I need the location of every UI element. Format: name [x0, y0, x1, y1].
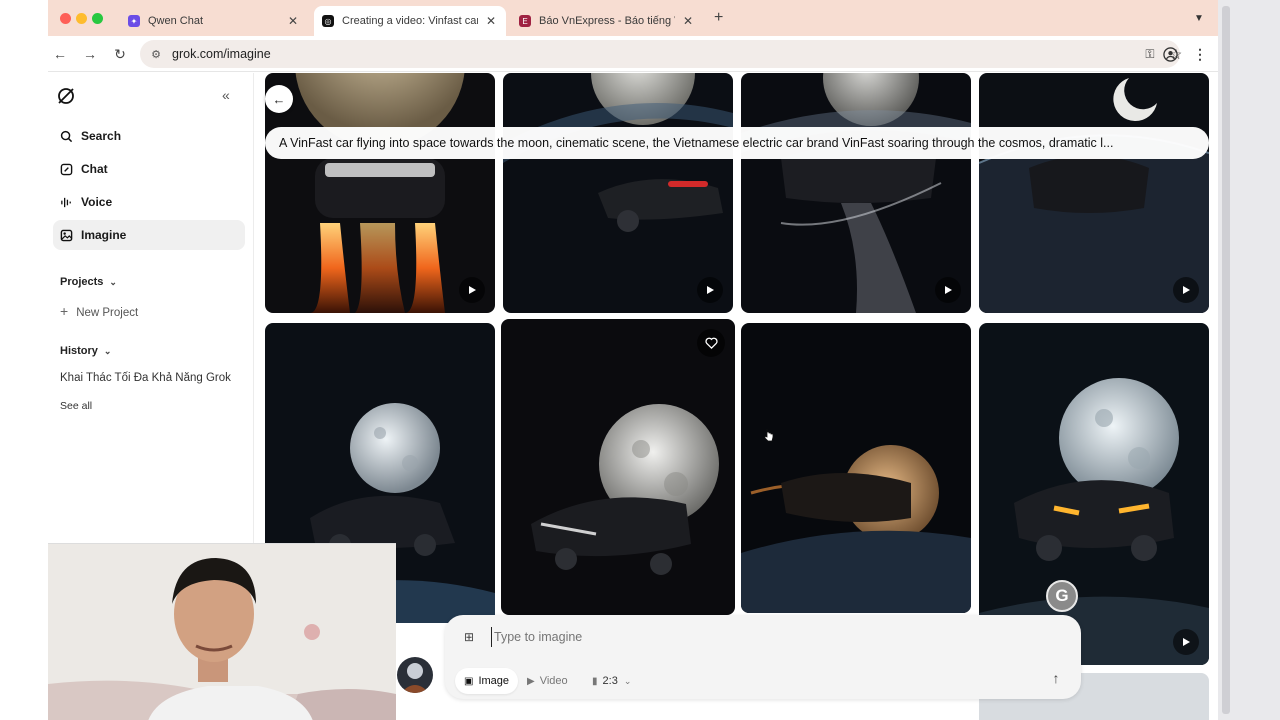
- send-arrow-icon[interactable]: ↑: [1043, 665, 1069, 691]
- voice-icon: [59, 195, 73, 209]
- grok-logo-icon[interactable]: [56, 86, 76, 106]
- see-all-link[interactable]: See all: [60, 400, 92, 412]
- close-tab-icon[interactable]: ✕: [286, 14, 300, 28]
- image-icon: ▣: [464, 675, 474, 687]
- plus-icon: +: [60, 303, 69, 319]
- new-tab-icon[interactable]: +: [714, 9, 723, 27]
- tab-title: Qwen Chat: [148, 15, 204, 27]
- reload-icon[interactable]: ↻: [110, 44, 130, 64]
- browser-menu-icon[interactable]: ⋮: [1190, 44, 1210, 64]
- mode-label: Image: [478, 675, 510, 687]
- sidebar-item-label: Voice: [81, 195, 113, 209]
- zoom-window-button[interactable]: [92, 13, 103, 24]
- background-window: [1218, 0, 1280, 720]
- chevron-down-icon: ⌄: [103, 346, 112, 356]
- aspect-ratio-dropdown[interactable]: ▮ 2:3 ⌄: [583, 668, 640, 694]
- tab-title: Báo VnExpress - Báo tiếng Vi: [539, 15, 675, 27]
- close-tab-icon[interactable]: ✕: [484, 14, 498, 28]
- back-arrow-icon[interactable]: ←: [50, 44, 70, 64]
- new-project-label: New Project: [76, 307, 139, 319]
- tab-strip: ✦ Qwen Chat ✕ ◎ Creating a video: Vinfas…: [48, 0, 1218, 36]
- grammarly-g-icon[interactable]: G: [1046, 580, 1078, 612]
- new-project-button[interactable]: + New Project: [60, 303, 138, 319]
- url-text[interactable]: grok.com/imagine: [172, 47, 271, 61]
- mouse-cursor-icon: [764, 429, 774, 442]
- close-window-button[interactable]: [60, 13, 71, 24]
- play-icon[interactable]: [697, 277, 723, 303]
- collapse-sidebar-icon[interactable]: «: [222, 87, 230, 103]
- heart-icon[interactable]: [697, 329, 725, 357]
- generated-image-tile[interactable]: [741, 73, 971, 313]
- imagine-icon: [59, 228, 73, 242]
- site-settings-icon[interactable]: ⚙: [148, 46, 164, 62]
- mode-video-button[interactable]: ▶ Video: [518, 668, 577, 694]
- sidebar-item-search[interactable]: Search: [53, 121, 245, 151]
- sidebar-item-label: Search: [81, 129, 122, 143]
- play-icon[interactable]: [459, 277, 485, 303]
- mode-image-button[interactable]: ▣ Image: [455, 668, 519, 694]
- browser-toolbar: ← → ↻ ⚙ grok.com/imagine ⚿ ☆ ⋮: [48, 36, 1218, 72]
- tab-qwen-chat[interactable]: ✦ Qwen Chat ✕: [120, 6, 308, 36]
- projects-heading-label: Projects: [60, 276, 104, 288]
- webcam-video-overlay: [48, 543, 396, 720]
- history-heading-label: History: [60, 345, 98, 357]
- user-avatar[interactable]: [397, 657, 433, 693]
- chevron-down-icon: ⌄: [109, 277, 117, 287]
- history-item[interactable]: Khai Thác Tối Đa Khả Năng Grok: [60, 372, 231, 384]
- profile-icon[interactable]: [1160, 44, 1180, 64]
- tab-search-chevron-icon[interactable]: ▼: [1188, 8, 1210, 28]
- generated-image-tile[interactable]: [979, 323, 1209, 665]
- search-icon: [59, 129, 73, 143]
- chat-icon: [59, 162, 73, 176]
- tab-title: Creating a video: Vinfast car f: [342, 15, 478, 27]
- generated-image-tile-hovered[interactable]: [501, 319, 735, 615]
- play-icon[interactable]: [1173, 629, 1199, 655]
- grok-icon: ◎: [322, 15, 334, 27]
- imagine-prompt-input[interactable]: [491, 627, 1051, 647]
- attach-image-icon[interactable]: ⊞: [461, 629, 477, 645]
- projects-heading[interactable]: Projects ⌄: [60, 276, 117, 288]
- password-key-icon[interactable]: ⚿: [1142, 46, 1158, 62]
- sidebar-item-imagine[interactable]: Imagine: [53, 220, 245, 250]
- generated-image-tile[interactable]: [265, 73, 495, 313]
- prompt-caption: A VinFast car flying into space towards …: [265, 127, 1209, 159]
- sidebar-item-chat[interactable]: Chat: [53, 154, 245, 184]
- generated-image-tile[interactable]: [741, 323, 971, 613]
- aspect-ratio-label: 2:3: [602, 675, 618, 687]
- tab-grok-imagine[interactable]: ◎ Creating a video: Vinfast car f ✕: [314, 6, 506, 36]
- video-icon: ▶: [527, 675, 535, 687]
- tab-vnexpress[interactable]: E Báo VnExpress - Báo tiếng Vi ✕: [511, 6, 703, 36]
- close-tab-icon[interactable]: ✕: [681, 14, 695, 28]
- aspect-ratio-icon: ▮: [592, 675, 598, 687]
- history-heading[interactable]: History ⌄: [60, 345, 111, 357]
- mode-label: Video: [539, 675, 568, 687]
- chevron-down-icon: ⌄: [623, 675, 632, 686]
- desktop: ✦ Qwen Chat ✕ ◎ Creating a video: Vinfas…: [0, 0, 1280, 720]
- minimize-window-button[interactable]: [76, 13, 87, 24]
- sidebar-item-label: Imagine: [81, 228, 127, 242]
- imagine-composer: ⊞ ▣ Image ▶ Video ▮ 2:3 ⌄ ↑: [445, 615, 1081, 699]
- generated-image-tile[interactable]: [979, 73, 1209, 313]
- play-icon[interactable]: [1173, 277, 1199, 303]
- generated-image-tile[interactable]: [503, 73, 733, 313]
- forward-arrow-icon[interactable]: →: [80, 44, 100, 64]
- sidebar-item-label: Chat: [81, 162, 108, 176]
- vnexpress-icon: E: [519, 15, 531, 27]
- address-bar[interactable]: ⚙ grok.com/imagine ⚿ ☆: [140, 40, 1182, 68]
- sidebar-item-voice[interactable]: Voice: [53, 187, 245, 217]
- back-button[interactable]: ←: [265, 85, 293, 113]
- qwen-icon: ✦: [128, 15, 140, 27]
- play-icon[interactable]: [935, 277, 961, 303]
